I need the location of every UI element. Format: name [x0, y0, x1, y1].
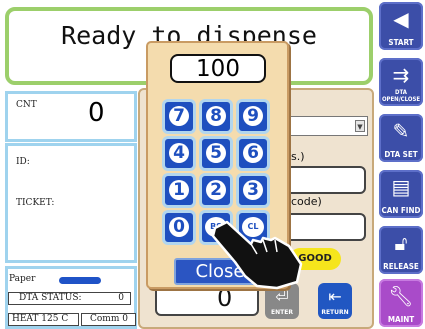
return-label: RETURN — [321, 309, 349, 316]
key-8-label: 8 — [206, 106, 226, 126]
key-3-label: 3 — [243, 180, 263, 200]
key-5-label: 5 — [206, 143, 226, 163]
dta-status-row: DTA STATUS: 0 — [8, 292, 131, 305]
counter-panel: CNT 0 — [5, 91, 137, 142]
pointing-hand-icon — [211, 220, 303, 290]
key-2-label: 2 — [206, 180, 226, 200]
field-caption-fragment: s.) — [291, 150, 305, 163]
background-input-1[interactable] — [282, 166, 366, 194]
play-left-icon: ◀ — [393, 7, 409, 31]
wrench-icon: 🔧︎ — [388, 284, 414, 308]
key-9[interactable]: 9 — [236, 99, 270, 134]
keypad-display: 100 — [170, 54, 266, 83]
info-panel: ID: TICKET: — [5, 143, 137, 263]
key-0[interactable]: 0 — [162, 210, 196, 245]
dta-status-value: 0 — [118, 293, 124, 303]
key-7[interactable]: 7 — [162, 99, 196, 134]
key-8[interactable]: 8 — [199, 99, 233, 134]
release-label: RELEASE — [383, 262, 419, 271]
key-7-label: 7 — [169, 106, 189, 126]
key-6-label: 6 — [243, 143, 263, 163]
dta-open-close-button[interactable]: ⇉ DTA OPEN/CLOSE — [379, 58, 423, 106]
key-3[interactable]: 3 — [236, 173, 270, 208]
start-button[interactable]: ◀ START — [379, 2, 423, 50]
maint-label: MAINT — [387, 315, 415, 324]
can-find-icon: ▤ — [391, 175, 411, 199]
return-icon: ⇤ — [328, 287, 342, 306]
release-button[interactable]: 🔓︎ RELEASE — [379, 226, 423, 274]
key-1[interactable]: 1 — [162, 173, 196, 208]
key-4-label: 4 — [169, 143, 189, 163]
return-button[interactable]: ⇤ RETURN — [318, 283, 352, 319]
dta-open-close-label: DTA OPEN/CLOSE — [381, 89, 421, 103]
ticket-label: TICKET: — [16, 198, 55, 208]
key-5[interactable]: 5 — [199, 136, 233, 171]
comm-status: Comm 0 — [81, 313, 136, 326]
key-6[interactable]: 6 — [236, 136, 270, 171]
start-label: START — [388, 38, 414, 47]
dta-set-icon: ✎ — [392, 119, 410, 143]
code-caption-fragment: code) — [291, 195, 322, 208]
paper-label: Paper — [9, 274, 36, 284]
maint-button[interactable]: 🔧︎ MAINT — [379, 279, 423, 327]
dta-set-label: DTA SET — [384, 150, 418, 159]
id-label: ID: — [16, 157, 30, 167]
key-9-label: 9 — [243, 106, 263, 126]
dta-set-button[interactable]: ✎ DTA SET — [379, 114, 423, 162]
heat-status: HEAT 125 C — [8, 313, 79, 326]
key-0-label: 0 — [169, 217, 189, 237]
dta-open-close-icon: ⇉ — [392, 63, 410, 87]
can-find-label: CAN FIND — [381, 206, 421, 215]
key-4[interactable]: 4 — [162, 136, 196, 171]
paper-level-bar — [59, 277, 101, 284]
unlock-icon: 🔓︎ — [394, 231, 408, 255]
can-find-button[interactable]: ▤ CAN FIND — [379, 170, 423, 218]
key-2[interactable]: 2 — [199, 173, 233, 208]
counter-value: 0 — [88, 98, 105, 128]
chevron-down-icon[interactable]: ▼ — [355, 120, 365, 132]
dta-status-label: DTA STATUS: — [19, 293, 82, 303]
enter-label: ENTER — [271, 309, 293, 316]
counter-label: CNT — [16, 100, 37, 110]
key-1-label: 1 — [169, 180, 189, 200]
